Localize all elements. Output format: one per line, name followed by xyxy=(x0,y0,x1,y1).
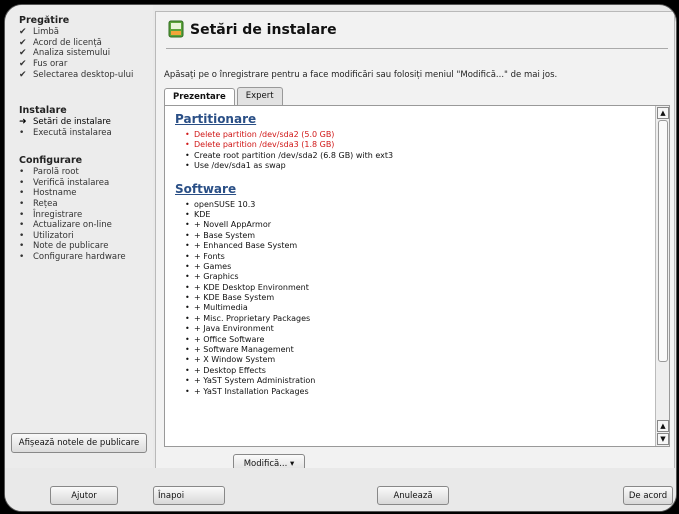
scroll-down-arrow-icon[interactable]: ▼ xyxy=(657,433,669,445)
step-fus-orar: ✔ Fus orar xyxy=(19,59,68,70)
software-item: + Java Environment xyxy=(185,324,647,334)
software-item: + KDE Desktop Environment xyxy=(185,283,647,293)
partition-item: Create root partition /dev/sda2 (6.8 GB)… xyxy=(185,151,647,161)
software-item: KDE xyxy=(185,210,647,220)
main-panel: Setări de instalare Apăsați pe o înregis… xyxy=(155,11,675,469)
back-button[interactable]: Înapoi xyxy=(153,486,225,505)
software-item: + X Window System xyxy=(185,355,647,365)
steps-sidebar: Pregătire ✔ Limbă ✔ Acord de licență ✔ Anal… xyxy=(5,5,153,468)
software-item: + YaST Installation Packages xyxy=(185,387,647,397)
show-release-notes-button[interactable]: Afișează notele de publicare xyxy=(11,433,147,453)
bullet-icon: • xyxy=(19,230,25,241)
software-item: + Software Management xyxy=(185,345,647,355)
partition-item: Delete partition /dev/sda2 (5.0 GB) xyxy=(185,130,647,140)
checkmark-icon: ✔ xyxy=(19,27,27,38)
step-utilizatori: • Utilizatori xyxy=(19,230,74,241)
partition-item: Delete partition /dev/sda3 (1.8 GB) xyxy=(185,140,647,150)
software-item: + KDE Base System xyxy=(185,293,647,303)
bullet-icon: • xyxy=(19,209,25,220)
partition-item: Use /dev/sda1 as swap xyxy=(185,161,647,171)
summary-view[interactable]: Partitionare Delete partition /dev/sda2 … xyxy=(164,105,670,447)
software-item: + Multimedia xyxy=(185,303,647,313)
checkmark-icon: ✔ xyxy=(19,48,27,59)
software-item: + Games xyxy=(185,262,647,272)
tab-prezentare[interactable]: Prezentare xyxy=(164,88,235,106)
software-item: openSUSE 10.3 xyxy=(185,200,647,210)
section-title: Pregătire xyxy=(19,15,70,26)
tab-expert[interactable]: Expert xyxy=(236,87,283,105)
software-item: + Enhanced Base System xyxy=(185,241,647,251)
bullet-icon: • xyxy=(19,177,25,188)
software-item: + Office Software xyxy=(185,335,647,345)
bullet-icon: • xyxy=(19,199,25,210)
installer-window: Pregătire ✔ Limbă ✔ Acord de licență ✔ Anal… xyxy=(4,4,677,512)
vertical-scrollbar[interactable]: ▲ ▲ ▼ xyxy=(655,106,669,446)
section-pregatire: Pregătire ✔ Limbă ✔ Acord de licență ✔ Anal… xyxy=(19,15,133,80)
abort-button[interactable]: Anulează xyxy=(377,486,449,505)
software-list: openSUSE 10.3KDE+ Novell AppArmor+ Base … xyxy=(185,200,647,397)
step-selectarea-desktop: ✔ Selectarea desktop-ului xyxy=(19,69,134,80)
step-configurare-hardware: • Configurare hardware xyxy=(19,252,126,263)
header-divider xyxy=(166,48,668,49)
bullet-icon: • xyxy=(19,220,25,231)
step-actualizare-online: • Actualizare on-line xyxy=(19,220,112,231)
bullet-icon: • xyxy=(19,241,25,252)
step-retea: • Rețea xyxy=(19,199,58,210)
checkmark-icon: ✔ xyxy=(19,59,27,70)
bullet-icon: • xyxy=(19,127,25,138)
instruction-text: Apăsați pe o înregistrare pentru a face … xyxy=(164,70,558,80)
step-analiza-sistemului: ✔ Analiza sistemului xyxy=(19,48,111,59)
bullet-icon: • xyxy=(19,252,25,263)
page-title: Setări de instalare xyxy=(190,22,337,38)
partitioning-list: Delete partition /dev/sda2 (5.0 GB)Delet… xyxy=(185,130,647,172)
scroll-up-arrow-icon[interactable]: ▲ xyxy=(657,107,669,119)
accept-button[interactable]: De acord xyxy=(623,486,673,505)
section-configurare: Configurare • Parolă root • Verifică insta… xyxy=(19,155,126,262)
step-parola-root: • Parolă root xyxy=(19,167,79,178)
step-note-publicare: • Note de publicare xyxy=(19,241,109,252)
checkmark-icon: ✔ xyxy=(19,69,27,80)
software-item: + Base System xyxy=(185,231,647,241)
bullet-icon: • xyxy=(19,188,25,199)
software-link[interactable]: Software xyxy=(175,182,647,196)
software-item: + Desktop Effects xyxy=(185,366,647,376)
installation-settings-icon xyxy=(168,20,184,38)
step-limba: ✔ Limbă xyxy=(19,27,59,38)
section-title: Instalare xyxy=(19,105,67,116)
scroll-up-arrow-icon[interactable]: ▲ xyxy=(657,420,669,432)
section-title: Configurare xyxy=(19,155,83,166)
tab-bar: Prezentare Expert xyxy=(164,87,285,106)
arrow-right-icon: ➜ xyxy=(19,117,27,128)
footer-bar: Ajutor Înapoi Anulează De acord xyxy=(5,468,676,511)
step-executa-instalarea: • Execută instalarea xyxy=(19,127,112,138)
partitioning-link[interactable]: Partitionare xyxy=(175,112,647,126)
step-setari-instalare: ➜ Setări de instalare xyxy=(19,117,111,128)
bullet-icon: • xyxy=(19,167,25,178)
step-inregistrare: • Înregistrare xyxy=(19,209,83,220)
scroll-thumb[interactable] xyxy=(658,120,668,362)
software-item: + Novell AppArmor xyxy=(185,220,647,230)
software-item: + Fonts xyxy=(185,252,647,262)
help-button[interactable]: Ajutor xyxy=(50,486,118,505)
software-item: + Graphics xyxy=(185,272,647,282)
software-item: + YaST System Administration xyxy=(185,376,647,386)
software-item: + Misc. Proprietary Packages xyxy=(185,314,647,324)
section-instalare: Instalare ➜ Setări de instalare • Execută … xyxy=(19,105,112,138)
step-acord-licenta: ✔ Acord de licență xyxy=(19,37,102,48)
checkmark-icon: ✔ xyxy=(19,37,27,48)
step-hostname: • Hostname xyxy=(19,188,77,199)
step-verifica-instalarea: • Verifică instalarea xyxy=(19,177,110,188)
